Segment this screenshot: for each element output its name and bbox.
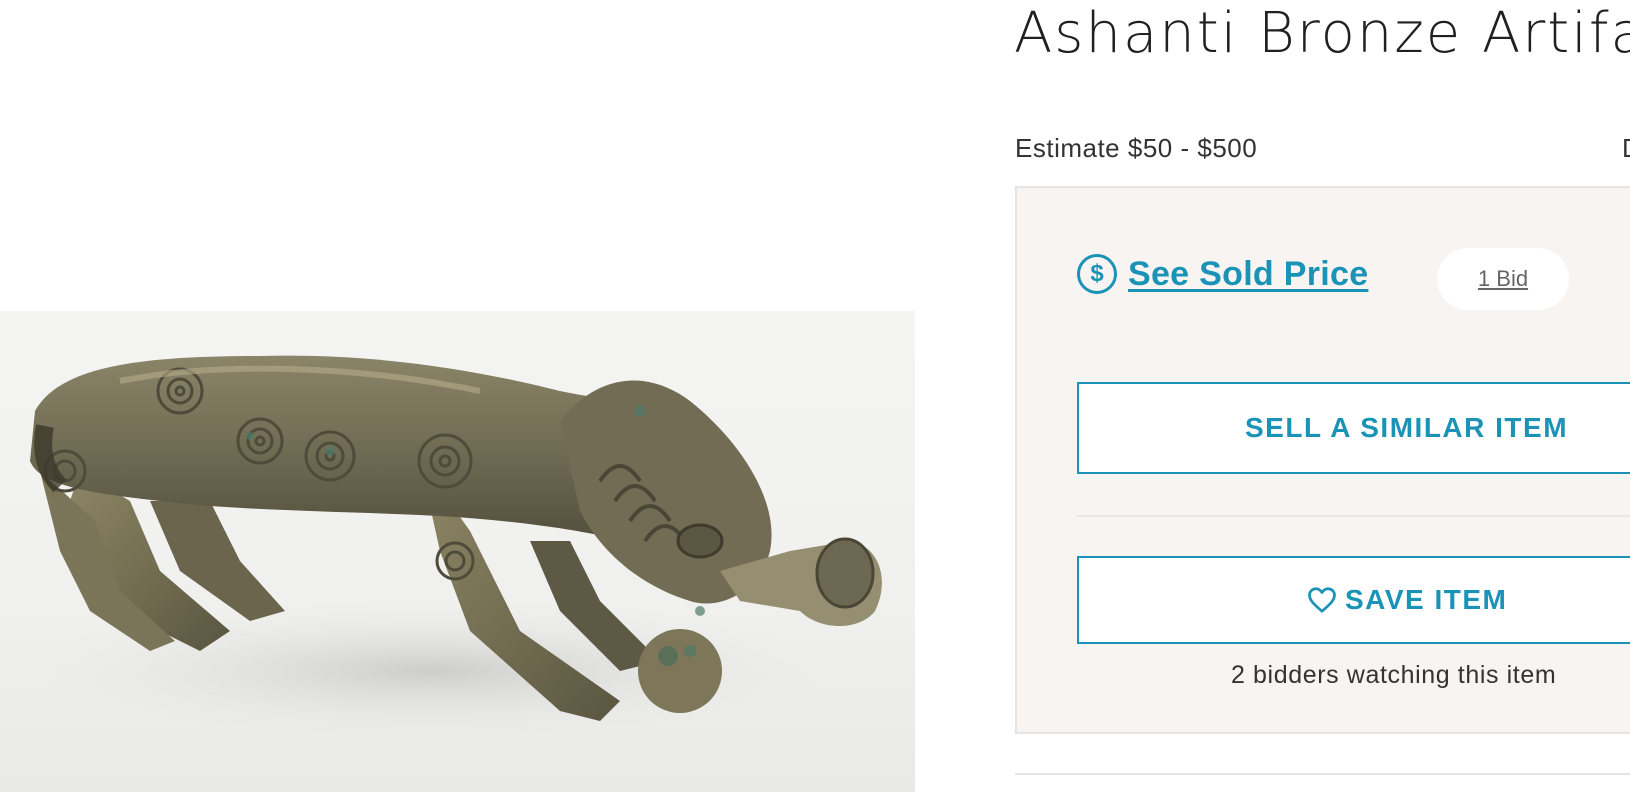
see-sold-price-link[interactable]: See Sold Price (1128, 255, 1368, 294)
product-image[interactable] (0, 311, 915, 792)
divider (1077, 515, 1630, 517)
bronze-figure-illustration (10, 355, 882, 741)
save-item-button[interactable]: SAVE ITEM (1077, 556, 1630, 644)
bid-count-link[interactable]: 1 Bid (1437, 248, 1569, 310)
item-title: Ashanti Bronze Artifact (1014, 1, 1630, 66)
watchers-count-text: 2 bidders watching this item (1231, 661, 1557, 689)
bid-panel: $ See Sold Price 1 Bid SELL A SIMILAR IT… (1015, 186, 1630, 734)
dollar-circle-icon: $ (1077, 254, 1117, 294)
save-item-label: SAVE ITEM (1345, 584, 1508, 615)
sell-similar-item-button[interactable]: SELL A SIMILAR ITEM (1077, 382, 1630, 474)
heart-icon (1308, 587, 1336, 613)
estimate-text: Estimate $50 - $500 (1015, 133, 1258, 163)
section-divider (1015, 773, 1630, 775)
sold-price-row: $ See Sold Price (1077, 254, 1368, 294)
clipped-text: D (1622, 133, 1630, 164)
page: Ashanti Bronze Artifact Estimate $50 - $… (0, 0, 1630, 792)
